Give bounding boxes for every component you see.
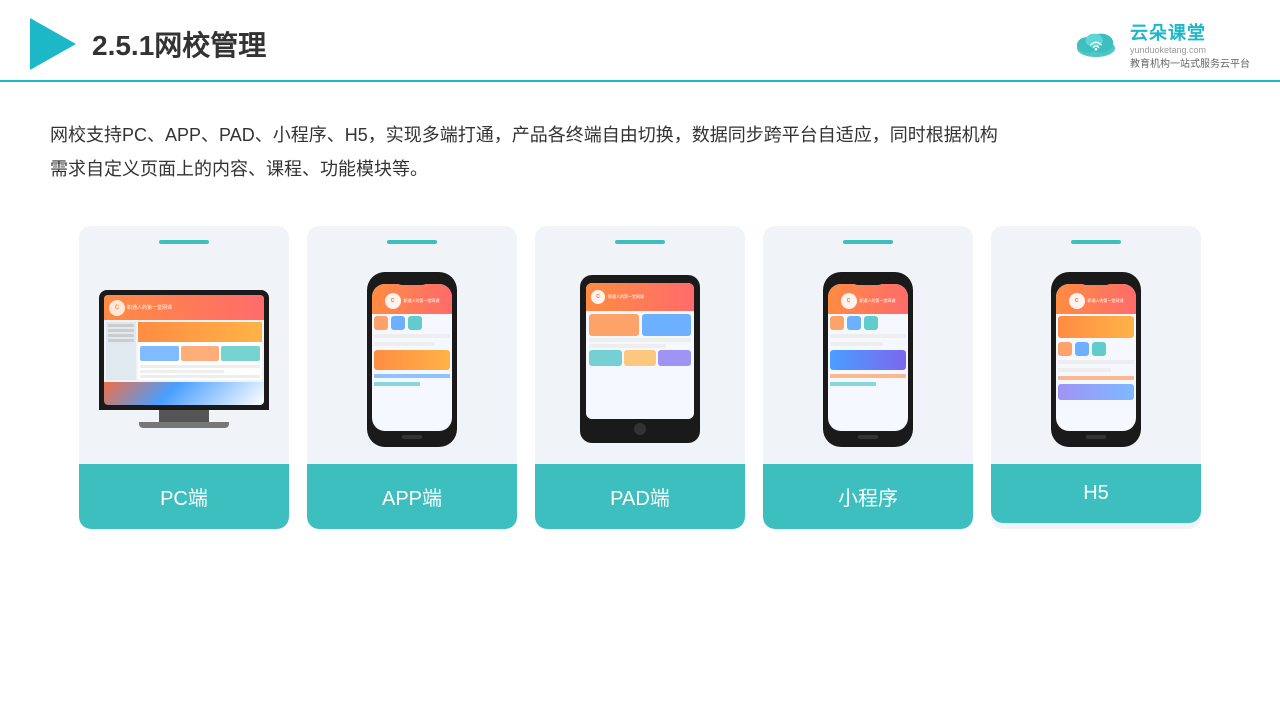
header-right: 云朵课堂 yunduoketang.com 教育机构一站式服务云平台 bbox=[1070, 19, 1250, 70]
cards-container: C 职通人的第一堂网课 bbox=[0, 206, 1280, 559]
tablet-home-btn bbox=[634, 423, 646, 435]
card-label-pad: PAD端 bbox=[535, 464, 745, 529]
phone-screen-inner-miniapp: C 职通人的第一堂网课 bbox=[828, 284, 908, 431]
pc-stand bbox=[159, 410, 209, 422]
phone-notch-app bbox=[395, 277, 430, 285]
phone-body-h5 bbox=[1056, 314, 1136, 431]
description-text: 网校支持PC、APP、PAD、小程序、H5，实现多端打通，产品各终端自由切换，数… bbox=[0, 82, 1280, 206]
pc-sidebar bbox=[106, 322, 136, 380]
pc-screen-body bbox=[104, 320, 264, 382]
phone-home-btn-app bbox=[402, 435, 422, 439]
phone-mockup-app: C 职通人的第一堂网课 bbox=[367, 272, 457, 447]
phone-notch-miniapp bbox=[851, 277, 886, 285]
phone-body-app bbox=[372, 314, 452, 431]
card-h5: C 职通人的第一堂网课 bbox=[991, 226, 1201, 529]
page-title: 2.5.1网校管理 bbox=[92, 24, 266, 64]
logo-triangle-icon bbox=[30, 18, 76, 70]
phone-screen-inner-app: C 职通人的第一堂网课 bbox=[372, 284, 452, 431]
phone-home-btn-miniapp bbox=[858, 435, 878, 439]
brand-name: 云朵课堂 bbox=[1130, 19, 1206, 45]
card-image-pc: C 职通人的第一堂网课 bbox=[79, 244, 289, 464]
phone-header-miniapp: C 职通人的第一堂网课 bbox=[828, 284, 908, 314]
card-label-app: APP端 bbox=[307, 464, 517, 529]
phone-screen-h5: C 职通人的第一堂网课 bbox=[1056, 284, 1136, 431]
phone-mockup-h5: C 职通人的第一堂网课 bbox=[1051, 272, 1141, 447]
brand-text: 云朵课堂 yunduoketang.com 教育机构一站式服务云平台 bbox=[1130, 19, 1250, 70]
pc-main-content bbox=[138, 322, 262, 380]
pc-base bbox=[139, 422, 229, 428]
phone-screen-inner-h5: C 职通人的第一堂网课 bbox=[1056, 284, 1136, 431]
pc-screen: C 职通人的第一堂网课 bbox=[104, 295, 264, 405]
phone-home-btn-h5 bbox=[1086, 435, 1106, 439]
phone-header: C 职通人的第一堂网课 bbox=[372, 284, 452, 314]
brand-logo: 云朵课堂 yunduoketang.com 教育机构一站式服务云平台 bbox=[1070, 19, 1250, 70]
tablet-mockup: C 职通人的第一堂网课 bbox=[580, 275, 700, 443]
card-miniapp: C 职通人的第一堂网课 bbox=[763, 226, 973, 529]
phone-header-h5: C 职通人的第一堂网课 bbox=[1056, 284, 1136, 314]
card-label-h5: H5 bbox=[991, 464, 1201, 523]
phone-screen-app: C 职通人的第一堂网课 bbox=[372, 284, 452, 431]
card-pc: C 职通人的第一堂网课 bbox=[79, 226, 289, 529]
tablet-screen: C 职通人的第一堂网课 bbox=[586, 283, 694, 419]
card-label-miniapp: 小程序 bbox=[763, 464, 973, 529]
card-pad: C 职通人的第一堂网课 bbox=[535, 226, 745, 529]
card-app: C 职通人的第一堂网课 bbox=[307, 226, 517, 529]
brand-url: yunduoketang.com bbox=[1130, 45, 1206, 55]
header-left: 2.5.1网校管理 bbox=[30, 18, 266, 70]
pc-mockup: C 职通人的第一堂网课 bbox=[94, 290, 274, 428]
phone-screen-miniapp: C 职通人的第一堂网课 bbox=[828, 284, 908, 431]
cloud-icon bbox=[1070, 25, 1122, 63]
phone-notch-h5 bbox=[1079, 277, 1114, 285]
phone-body-miniapp bbox=[828, 314, 908, 431]
card-image-pad: C 职通人的第一堂网课 bbox=[535, 244, 745, 464]
page-header: 2.5.1网校管理 云朵课堂 yunduoketang.com 教育机构一站式服… bbox=[0, 0, 1280, 82]
pc-screen-top: C 职通人的第一堂网课 bbox=[104, 295, 264, 320]
card-image-app: C 职通人的第一堂网课 bbox=[307, 244, 517, 464]
card-image-h5: C 职通人的第一堂网课 bbox=[991, 244, 1201, 464]
phone-mockup-miniapp: C 职通人的第一堂网课 bbox=[823, 272, 913, 447]
brand-slogan: 教育机构一站式服务云平台 bbox=[1130, 55, 1250, 70]
pc-monitor: C 职通人的第一堂网课 bbox=[99, 290, 269, 410]
card-label-pc: PC端 bbox=[79, 464, 289, 529]
card-image-miniapp: C 职通人的第一堂网课 bbox=[763, 244, 973, 464]
